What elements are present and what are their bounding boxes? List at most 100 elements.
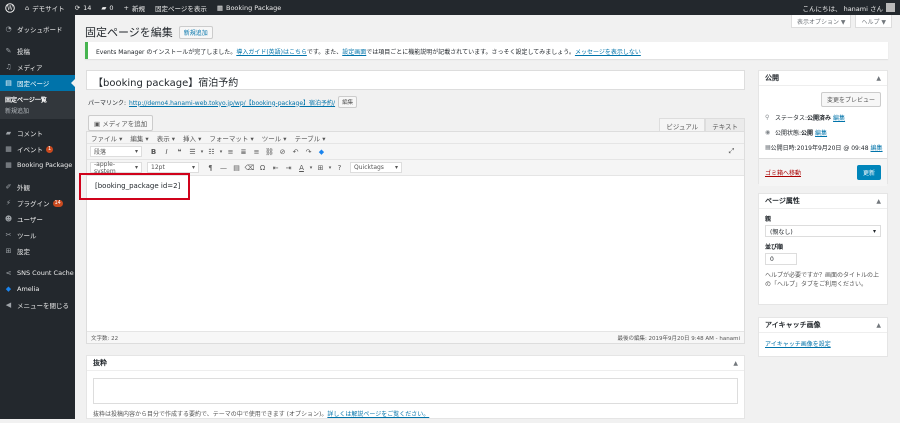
indent-icon[interactable]: ⇥ [282, 164, 295, 172]
site-name-link[interactable]: ⌂ デモサイト [20, 0, 70, 15]
edit-date-link[interactable]: 編集 [871, 143, 883, 152]
bold-icon[interactable]: B [147, 148, 160, 156]
edit-status-link[interactable]: 編集 [833, 113, 845, 122]
italic-icon[interactable]: I [160, 148, 173, 156]
font-family-select[interactable]: -apple-system ▾ [90, 161, 142, 175]
menu-pages[interactable]: ▤ 固定ページ [0, 75, 75, 91]
guide-link[interactable]: 導入ガイド(英語)はこちら [236, 49, 307, 56]
updates-link[interactable]: ⟳ 14 [70, 0, 97, 15]
submenu-all-pages[interactable]: 固定ページ一覧 [0, 94, 75, 105]
menu-sns-count-cache[interactable]: ⋖ SNS Count Cache [0, 265, 75, 281]
menu-file[interactable]: ファイル ▾ [91, 133, 122, 143]
menu-label: ツール [17, 232, 37, 240]
amelia-icon[interactable]: ◆ [315, 148, 328, 156]
menu-settings[interactable]: ⊞ 設定 [0, 243, 75, 259]
wordpress-logo-icon[interactable]: W [0, 0, 20, 15]
menu-events[interactable]: ▦ イベント 1 [0, 141, 75, 157]
menu-plugins[interactable]: ⚡ プラグイン 14 [0, 195, 75, 211]
pages-submenu: 固定ページ一覧 新規追加 [0, 91, 75, 119]
permalink-url[interactable]: http://demo4.hanami-web.tokyo.jp/wp/【boo… [129, 98, 335, 107]
format-select[interactable]: 段落 ▾ [90, 146, 142, 157]
edit-permalink-button[interactable]: 編集 [338, 96, 358, 108]
menu-booking-package[interactable]: ▦ Booking Package [0, 157, 75, 173]
format-select-value: 段落 [94, 149, 107, 156]
set-featured-image-link[interactable]: アイキャッチ画像を設定 [759, 333, 887, 354]
menu-dashboard[interactable]: ◔ ダッシュボード [0, 21, 75, 37]
move-to-trash-link[interactable]: ゴミ箱へ移動 [765, 168, 801, 177]
featured-image-box: アイキャッチ画像 ▲ アイキャッチ画像を設定 [758, 317, 888, 357]
paste-text-icon[interactable]: ▤ [230, 164, 243, 172]
redo-icon[interactable]: ↷ [302, 148, 315, 156]
fullscreen-icon[interactable]: ⤢ [725, 147, 738, 156]
excerpt-help-link[interactable]: 詳しくは解説ページをご覧ください。 [327, 411, 429, 418]
undo-icon[interactable]: ↶ [289, 148, 302, 156]
menu-collapse[interactable]: ◀ メニューを閉じる [0, 297, 75, 313]
comments-link[interactable]: ▰ 0 [96, 0, 118, 15]
view-page-link[interactable]: 固定ページを表示 [150, 0, 212, 15]
special-char-icon[interactable]: Ω [256, 164, 269, 172]
update-button[interactable]: 更新 [856, 165, 881, 180]
paragraph-icon[interactable]: ¶ [204, 164, 217, 172]
menu-view[interactable]: 表示 ▾ [157, 133, 175, 143]
add-media-button[interactable]: ▣ メディアを追加 [88, 115, 154, 131]
menu-amelia[interactable]: ◆ Amelia [0, 281, 75, 297]
amelia-icon: ◆ [5, 285, 12, 293]
clear-format-icon[interactable]: ⌫ [243, 164, 256, 172]
edit-visibility-link[interactable]: 編集 [815, 128, 827, 137]
attributes-header[interactable]: ページ属性 ▲ [759, 194, 887, 209]
my-account-link[interactable]: こんにちは、 hanami さん [798, 0, 900, 15]
add-new-button[interactable]: 新規追加 [178, 25, 213, 39]
excerpt-textarea[interactable] [93, 378, 738, 404]
editor-content-area[interactable]: [booking_package id=2] [79, 173, 744, 330]
outdent-icon[interactable]: ⇤ [269, 164, 282, 172]
font-size-select[interactable]: 12pt ▾ [147, 162, 199, 173]
bullet-list-icon[interactable]: ☰ [186, 148, 199, 156]
unlink-icon[interactable]: ⊘ [276, 148, 289, 156]
new-content-link[interactable]: + 新規 [119, 0, 150, 15]
menu-media[interactable]: ♫ メディア [0, 59, 75, 75]
menu-insert[interactable]: 挿入 ▾ [183, 133, 201, 143]
collapse-arrow-icon[interactable]: ▲ [733, 360, 738, 367]
blockquote-icon[interactable]: ❝ [173, 148, 186, 156]
menu-table[interactable]: テーブル ▾ [295, 133, 326, 143]
excerpt-box: 抜粋 ▲ 抜粋は投稿内容から目分で作成する要約で、テーマの中で使用できます (オプ… [86, 355, 745, 419]
table-icon[interactable]: ⊞ [314, 164, 327, 172]
publish-header[interactable]: 公開 ▲ [759, 71, 887, 86]
align-right-icon[interactable]: ≡ [250, 148, 263, 156]
collapse-arrow-icon[interactable]: ▲ [876, 75, 881, 82]
collapse-arrow-icon[interactable]: ▲ [876, 198, 881, 205]
menu-tools[interactable]: ✂ ツール [0, 227, 75, 243]
dismiss-notice-link[interactable]: メッセージを表示しない [575, 49, 641, 56]
settings-link[interactable]: 設定画面 [342, 49, 366, 56]
text-color-icon[interactable]: A [295, 164, 308, 172]
menu-edit[interactable]: 編集 ▾ [130, 133, 148, 143]
booking-package-link[interactable]: ▦ Booking Package [212, 0, 286, 15]
menu-tools[interactable]: ツール ▾ [262, 133, 287, 143]
numbered-list-icon[interactable]: ☷ [205, 148, 218, 156]
date-value: 2019年9月20日 @ 09:48 [796, 145, 869, 152]
screen-options-button[interactable]: 表示オプション ▼ [790, 15, 852, 28]
preview-changes-button[interactable]: 変更をプレビュー [820, 92, 881, 107]
menu-comments[interactable]: ▰ コメント [0, 125, 75, 141]
parent-select[interactable]: (親なし) ▾ [765, 225, 881, 237]
quicktags-select[interactable]: Quicktags ▾ [350, 162, 402, 173]
menu-format[interactable]: フォーマット ▾ [209, 133, 253, 143]
featured-image-header[interactable]: アイキャッチ画像 ▲ [759, 318, 887, 333]
menu-appearance[interactable]: ✐ 外観 [0, 179, 75, 195]
menu-posts[interactable]: ✎ 投稿 [0, 43, 75, 59]
permalink-label: パーマリンク: [88, 99, 127, 107]
post-title-input[interactable]: 【booking package】宿泊予約 [86, 70, 745, 90]
menu-users[interactable]: ☻ ユーザー [0, 211, 75, 227]
align-left-icon[interactable]: ≡ [224, 148, 237, 156]
attributes-help: ヘルプが必要ですか？画面のタイトルの上の「ヘルプ」タブをご利用ください。 [765, 272, 880, 288]
order-input[interactable]: 0 [765, 253, 797, 265]
help-button[interactable]: ヘルプ ▼ [855, 15, 892, 28]
help-icon[interactable]: ? [333, 164, 346, 172]
horizontal-line-icon[interactable]: — [217, 164, 230, 172]
submenu-add-new[interactable]: 新規追加 [0, 105, 75, 116]
excerpt-header[interactable]: 抜粋 ▲ [87, 356, 744, 371]
collapse-arrow-icon[interactable]: ▲ [876, 322, 881, 329]
link-icon[interactable]: ⛓ [263, 148, 276, 156]
menu-label: プラグイン [17, 200, 50, 208]
align-center-icon[interactable]: ≣ [237, 148, 250, 156]
